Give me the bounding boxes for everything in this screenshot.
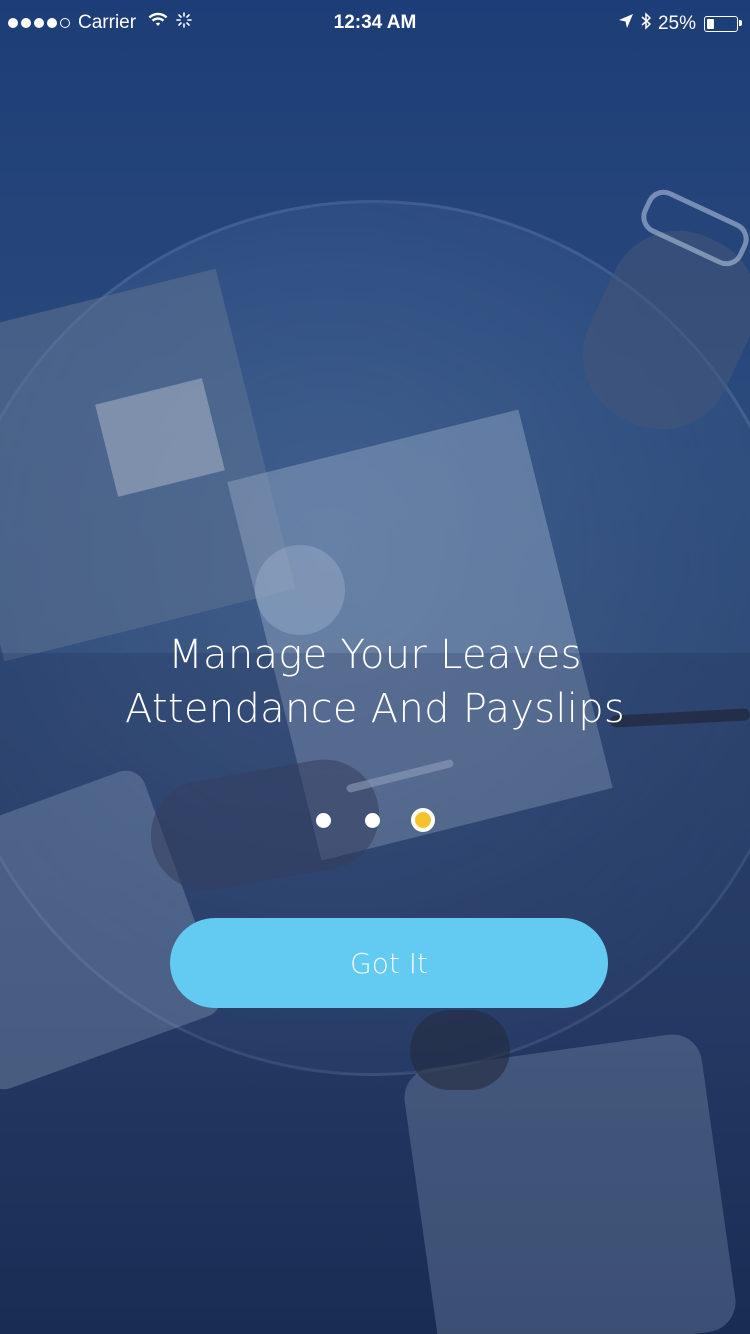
status-bar: Carrier 12:34 AM 25%	[0, 0, 750, 40]
page-dot-active[interactable]	[410, 808, 435, 832]
battery-fill	[707, 19, 714, 29]
status-right: 25%	[618, 12, 742, 36]
onboarding-screen: Carrier 12:34 AM 25% Manage Your Leaves …	[0, 0, 750, 1334]
headline-line-2: Attendance And Payslips	[124, 686, 626, 732]
location-arrow-icon	[618, 13, 634, 35]
headline-line-1: Manage Your Leaves	[168, 632, 582, 678]
cup	[255, 545, 345, 635]
page-dot[interactable]	[364, 812, 380, 828]
page-dot[interactable]	[315, 812, 331, 828]
bluetooth-icon	[640, 12, 652, 36]
battery-icon	[704, 16, 742, 32]
got-it-button[interactable]: Got It	[170, 918, 608, 1008]
battery-percent: 25%	[657, 13, 696, 34]
onboarding-headline: Manage Your Leaves Attendance And Paysli…	[0, 628, 750, 736]
page-indicator	[0, 808, 750, 832]
